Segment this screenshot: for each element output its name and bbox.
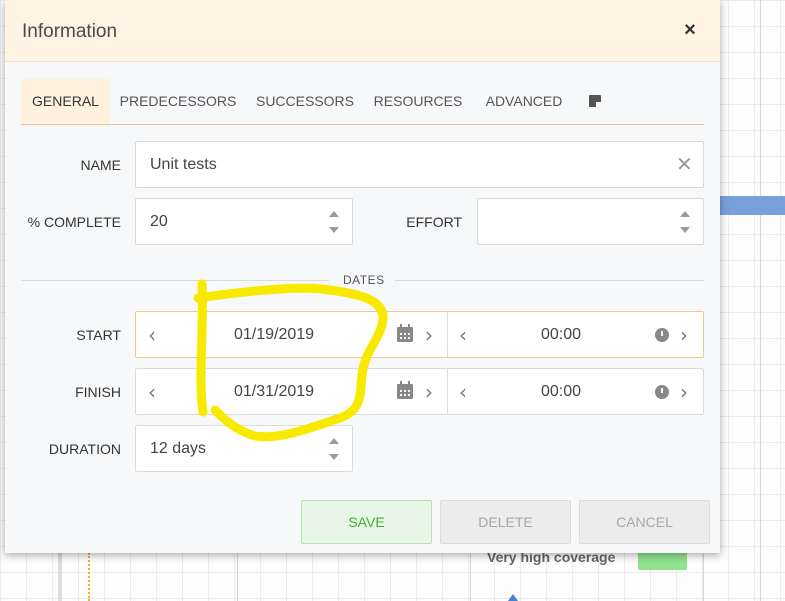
field-separator [447, 312, 448, 357]
gantt-task-bar[interactable] [717, 196, 785, 215]
finish-date-value[interactable]: 01/31/2019 [234, 382, 314, 402]
tab-successors[interactable]: SUCCESSORS [253, 79, 357, 124]
tab-general[interactable]: GENERAL [21, 79, 110, 124]
gantt-grid-line [760, 0, 761, 601]
spin-up-icon[interactable] [329, 211, 339, 217]
chevron-left-icon[interactable]: ‹ [148, 382, 156, 402]
dates-section-label: DATES [343, 273, 385, 287]
spin-down-icon[interactable] [329, 454, 339, 460]
start-label: START [76, 327, 121, 343]
duration-label: DURATION [48, 441, 121, 457]
tab-predecessors[interactable]: PREDECESSORS [117, 79, 239, 124]
chevron-right-icon[interactable]: › [680, 382, 688, 402]
chevron-right-icon[interactable]: › [425, 382, 433, 402]
calendar-icon[interactable] [397, 381, 413, 399]
finish-label: FINISH [75, 384, 121, 400]
note-icon[interactable] [589, 95, 601, 107]
gantt-today-marker [88, 553, 90, 601]
chevron-left-icon[interactable]: ‹ [459, 325, 467, 345]
percent-complete-label: % COMPLETE [27, 214, 121, 230]
tab-resources[interactable]: RESOURCES [371, 79, 465, 124]
field-separator [447, 369, 448, 414]
finish-datetime-picker[interactable]: ‹ 01/31/2019 › ‹ 00:00 › [135, 368, 704, 415]
close-icon[interactable]: × [679, 18, 701, 42]
duration-value: 12 days [150, 440, 207, 457]
divider-line [395, 280, 704, 281]
spin-up-icon[interactable] [329, 438, 339, 444]
cancel-button[interactable]: CANCEL [579, 500, 710, 544]
save-button[interactable]: SAVE [301, 500, 432, 544]
clock-icon[interactable] [655, 385, 669, 399]
chevron-right-icon[interactable]: › [425, 325, 433, 345]
duration-stepper[interactable]: 12 days [135, 425, 353, 472]
percent-complete-value: 20 [150, 213, 168, 230]
delete-button[interactable]: DELETE [440, 500, 571, 544]
calendar-icon[interactable] [397, 324, 413, 342]
gantt-dependency-arrow [508, 594, 518, 601]
divider-line [21, 280, 329, 281]
percent-complete-stepper[interactable]: 20 [135, 198, 353, 245]
start-date-value[interactable]: 01/19/2019 [234, 325, 314, 345]
start-datetime-picker[interactable]: ‹ 01/19/2019 › ‹ 00:00 › [135, 311, 704, 358]
clock-icon[interactable] [655, 328, 669, 342]
effort-label: EFFORT [406, 214, 462, 230]
tab-bar: GENERAL PREDECESSORS SUCCESSORS RESOURCE… [21, 79, 704, 125]
tab-advanced[interactable]: ADVANCED [479, 79, 569, 124]
chevron-right-icon[interactable]: › [680, 325, 688, 345]
spin-down-icon[interactable] [329, 227, 339, 233]
chevron-left-icon[interactable]: ‹ [459, 382, 467, 402]
task-information-dialog: Information × GENERAL PREDECESSORS SUCCE… [5, 0, 720, 553]
dialog-title: Information [22, 21, 118, 42]
finish-time-value[interactable]: 00:00 [541, 382, 581, 402]
clear-icon[interactable]: ✕ [676, 155, 693, 175]
effort-stepper[interactable] [477, 198, 704, 245]
chevron-left-icon[interactable]: ‹ [148, 325, 156, 345]
name-input[interactable]: Unit tests ✕ [135, 141, 704, 188]
name-value: Unit tests [150, 156, 217, 173]
dialog-header: Information × [5, 0, 720, 62]
gantt-scrollbar[interactable] [58, 553, 62, 601]
spin-down-icon[interactable] [680, 227, 690, 233]
spin-up-icon[interactable] [680, 211, 690, 217]
start-time-value[interactable]: 00:00 [541, 325, 581, 345]
name-label: NAME [80, 157, 121, 173]
